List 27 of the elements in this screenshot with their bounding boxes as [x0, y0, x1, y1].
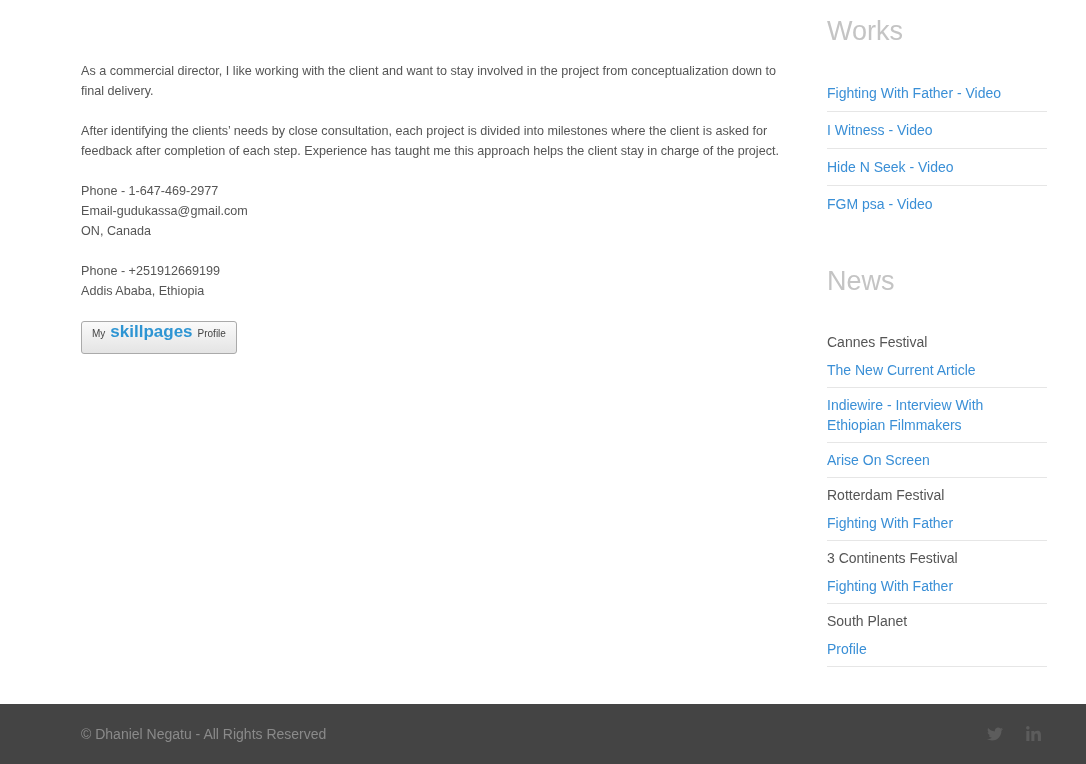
- work-link[interactable]: FGM psa - Video: [827, 194, 933, 214]
- section-heading: Works: [827, 16, 904, 47]
- news-link[interactable]: Profile: [827, 639, 867, 659]
- news-source: Rotterdam Festival: [827, 486, 945, 505]
- news-link[interactable]: Fighting With Father: [827, 513, 954, 533]
- contact-line: Phone - 1-647-469-2977: [81, 183, 219, 200]
- contact-line: Email-gudukassa@gmail.com: [81, 203, 248, 220]
- news-source: South Planet: [827, 612, 908, 631]
- work-link[interactable]: Fighting With Father - Video: [827, 83, 1002, 103]
- contact-line: ON, Canada: [81, 223, 151, 240]
- work-link[interactable]: Hide N Seek - Video: [827, 157, 954, 177]
- news-link[interactable]: Indiewire - Interview With Ethiopian Filmmakers: [827, 395, 1017, 435]
- profile-button[interactable]: My skillpages Profile: [81, 321, 237, 354]
- paragraph: After identifying the clients’ needs by close consultation, each project is divided into milestones where the client is asked for feedback after completion of each step. Experience has taught me this approach helps the client stay in charge of the project.: [81, 123, 780, 160]
- news-source: 3 Continents Festival: [827, 549, 958, 568]
- twitter-icon[interactable]: [987, 726, 1003, 742]
- news-link[interactable]: Arise On Screen: [827, 450, 930, 470]
- contact-line: Phone - +251912669199: [81, 263, 220, 280]
- contact-line: Addis Ababa, Ethiopia: [81, 283, 205, 300]
- copyright-text: © Dhaniel Negatu - All Rights Reserved: [81, 726, 327, 742]
- paragraph: As a commercial director, I like working with the client and want to stay involved in the project from conceptualization down to final delivery.: [81, 63, 778, 100]
- work-link[interactable]: I Witness - Video: [827, 120, 933, 140]
- news-source: Cannes Festival: [827, 333, 928, 352]
- section-heading: News: [827, 266, 896, 297]
- linkedin-icon[interactable]: [1025, 725, 1042, 743]
- news-link[interactable]: Fighting With Father: [827, 576, 954, 596]
- news-link[interactable]: The New Current Article: [827, 360, 976, 380]
